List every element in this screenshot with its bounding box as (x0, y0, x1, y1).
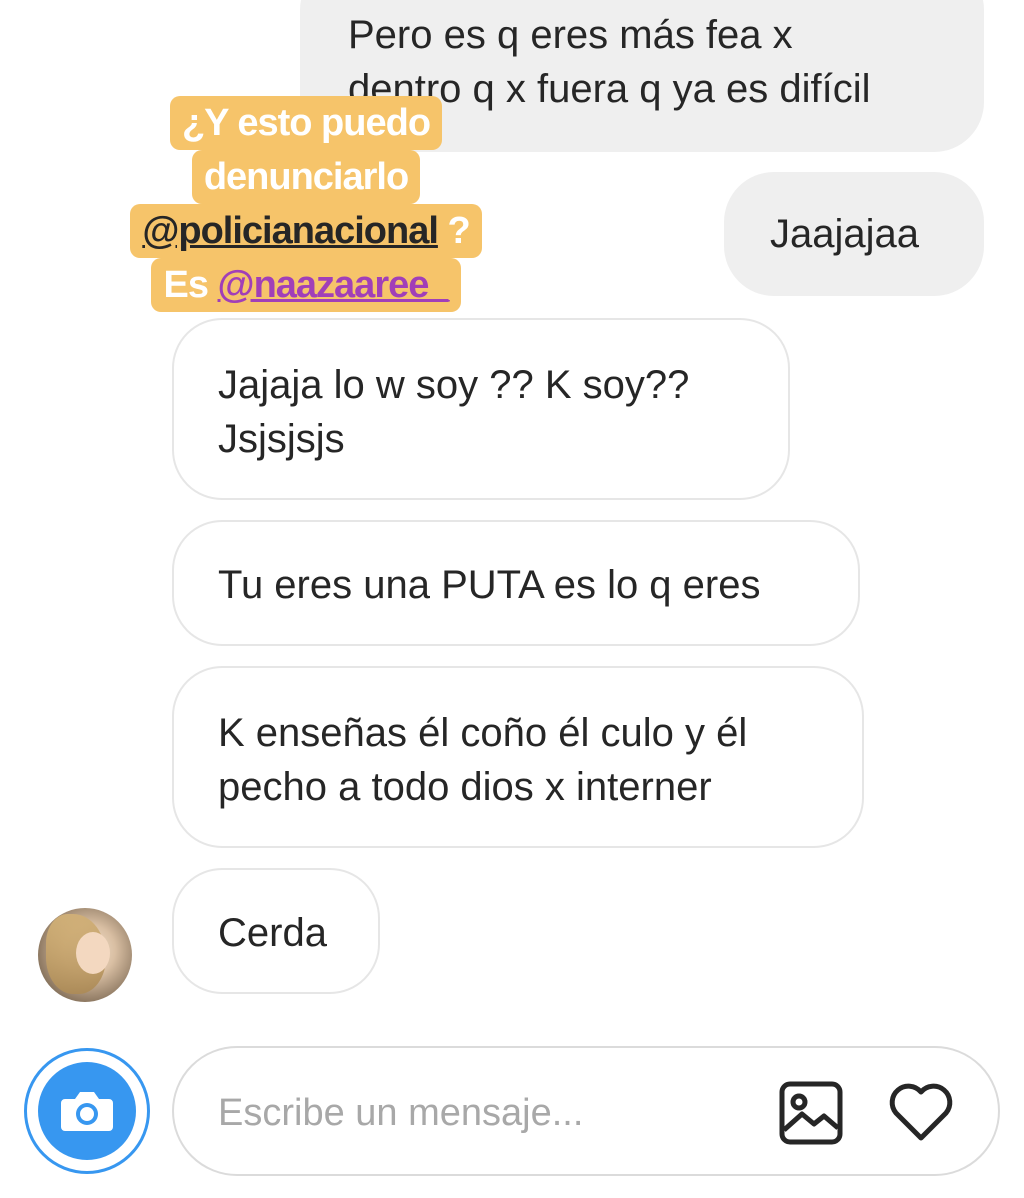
dm-thread-screen: Pero es q eres más fea x dentro q x fuer… (0, 0, 1024, 1198)
camera-icon (38, 1062, 136, 1160)
camera-button[interactable] (24, 1048, 150, 1174)
mention-policianacional[interactable]: @policianacional (142, 210, 439, 252)
received-message-bubble[interactable]: Tu eres una PUTA es lo q eres (172, 520, 860, 646)
overlay-line-2: denunciarlo (191, 150, 421, 204)
overlay-line-1: ¿Y esto puedo (169, 96, 443, 150)
heart-icon[interactable] (886, 1078, 956, 1148)
overlay-line-4: Es @naazaaree_ (151, 258, 461, 312)
story-text-overlay: ¿Y esto puedo denunciarlo @policianacion… (96, 96, 516, 312)
message-input[interactable] (216, 1082, 760, 1144)
overlay-line-3: @policianacional ? (130, 204, 482, 258)
sent-message-bubble[interactable]: Jaajajaa (724, 172, 984, 296)
image-icon[interactable] (776, 1078, 846, 1148)
message-composer (172, 1046, 1000, 1176)
received-message-bubble[interactable]: K enseñas él coño él culo y él pecho a t… (172, 666, 864, 848)
sender-avatar[interactable] (38, 908, 132, 1002)
received-message-bubble[interactable]: Cerda (172, 868, 380, 994)
mention-naazaaree[interactable]: @naazaaree_ (218, 264, 450, 306)
avatar-face (76, 932, 110, 974)
received-message-bubble[interactable]: Jajaja lo w soy ?? K soy?? Jsjsjsjs (172, 318, 790, 500)
overlay-question-mark: ? (437, 210, 470, 252)
overlay-es-prefix: Es (163, 264, 218, 306)
